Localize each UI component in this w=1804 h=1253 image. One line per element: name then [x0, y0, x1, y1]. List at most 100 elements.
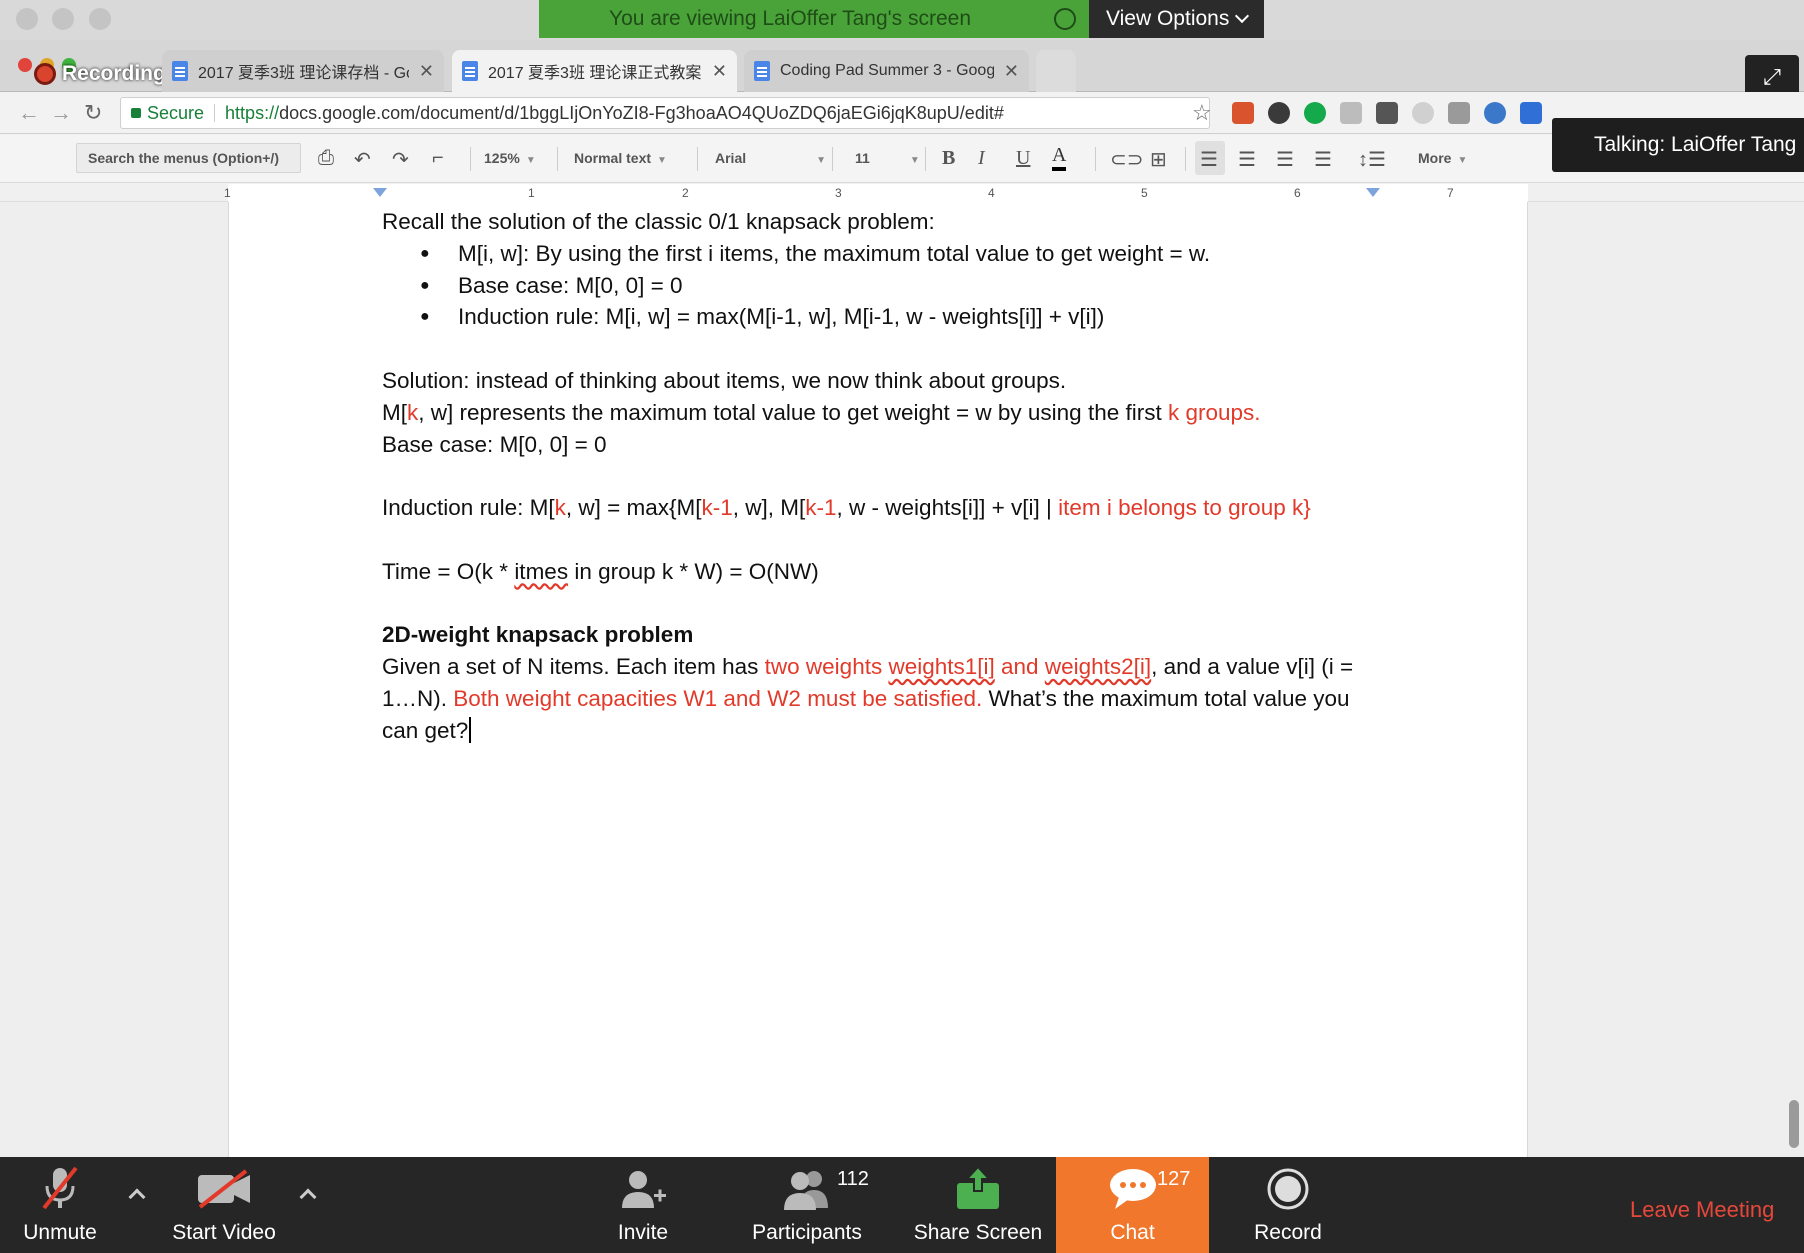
tab-close-icon[interactable]: ✕ — [419, 61, 434, 82]
doc-m-definition: M[k, w] represents the maximum total val… — [382, 397, 1382, 429]
add-comment-icon[interactable]: ⊞ — [1150, 147, 1167, 172]
forward-arrow-icon[interactable]: → — [50, 100, 72, 126]
unmute-button[interactable]: Unmute — [14, 1157, 106, 1253]
extension-icon[interactable] — [1484, 102, 1506, 124]
share-screen-button[interactable]: Share Screen — [910, 1157, 1046, 1253]
screen-root: { "share_banner": { "text": "You are vie… — [0, 0, 1804, 1253]
extension-icon[interactable] — [1232, 102, 1254, 124]
reload-icon[interactable]: ↻ — [84, 100, 102, 126]
text-run: Given a set of N items. Each item has — [382, 654, 765, 680]
extension-icon[interactable] — [1448, 102, 1470, 124]
tab-1[interactable]: 2017 夏季3班 理论课存档 - Go ✕ — [162, 50, 444, 92]
record-label: Record — [1254, 1221, 1322, 1244]
chat-bubble-icon — [1103, 1165, 1163, 1213]
bold-button[interactable]: B — [942, 147, 955, 170]
scrollbar-thumb[interactable] — [1789, 1100, 1799, 1148]
tab-close-icon[interactable]: ✕ — [712, 61, 727, 82]
rocket-icon[interactable] — [1376, 102, 1398, 124]
misspelled-run[interactable]: itmes — [514, 559, 568, 584]
left-indent-marker[interactable] — [373, 188, 387, 197]
font-size-select[interactable]: 11 ▼ — [855, 150, 920, 166]
line-spacing-icon[interactable]: ↕☰ — [1358, 147, 1386, 172]
divider — [1185, 147, 1186, 171]
highlight-run: two weights — [764, 654, 889, 680]
align-center-icon[interactable]: ☰ — [1238, 147, 1256, 172]
record-button[interactable]: Record — [1240, 1157, 1336, 1253]
recording-indicator: Recording — [34, 62, 166, 86]
view-options-label: View Options — [1106, 7, 1230, 30]
video-options-chevron-icon[interactable] — [299, 1188, 317, 1206]
text-color-button[interactable]: A — [1052, 143, 1067, 171]
divider — [214, 104, 216, 122]
participants-count-badge: 112 — [837, 1168, 869, 1190]
highlight-run: } — [1303, 495, 1311, 521]
tab-2[interactable]: 2017 夏季3班 理论课正式教案 ✕ — [452, 50, 737, 92]
extension-icon[interactable] — [1268, 102, 1290, 124]
lock-icon — [131, 108, 141, 118]
invite-button[interactable]: Invite — [598, 1157, 688, 1253]
style-select[interactable]: Normal text ▼ — [574, 150, 667, 166]
window-zoom-icon[interactable] — [89, 8, 111, 30]
cloud-icon[interactable] — [1412, 102, 1434, 124]
new-tab-button[interactable] — [1036, 50, 1076, 92]
extension-icon[interactable] — [1340, 102, 1362, 124]
window-minimize-icon[interactable] — [52, 8, 74, 30]
print-icon[interactable]: ⎙ — [318, 147, 334, 170]
leave-meeting-button[interactable]: Leave Meeting — [1630, 1197, 1774, 1223]
document-canvas: Recall the solution of the classic 0/1 k… — [0, 202, 1804, 1157]
underline-button[interactable]: U — [1016, 147, 1030, 170]
window-close-icon[interactable] — [16, 8, 38, 30]
add-person-icon — [613, 1165, 673, 1213]
status-ring-icon — [1054, 8, 1076, 30]
doc-intro: Recall the solution of the classic 0/1 k… — [382, 209, 935, 234]
justify-icon[interactable]: ☰ — [1314, 147, 1332, 172]
grammarly-icon[interactable] — [1304, 102, 1326, 124]
highlight-run[interactable]: weights1[i] — [888, 654, 994, 679]
redo-icon[interactable]: ↷ — [392, 147, 409, 172]
bullet-list: M[i, w]: By using the first i items, the… — [382, 238, 1382, 333]
highlight-run: k-1 — [701, 495, 733, 521]
document-body[interactable]: Recall the solution of the classic 0/1 k… — [382, 206, 1382, 747]
extension-icon[interactable] — [1520, 102, 1542, 124]
zoom-top-chrome: You are viewing LaiOffer Tang's screen V… — [0, 0, 1804, 40]
view-options-button[interactable]: View Options — [1089, 0, 1264, 38]
italic-button[interactable]: I — [978, 147, 985, 170]
unmute-label: Unmute — [23, 1221, 97, 1244]
tab-close-icon[interactable]: ✕ — [1004, 61, 1019, 82]
divider — [832, 147, 833, 171]
more-button[interactable]: More ▼ — [1418, 150, 1467, 166]
align-right-icon[interactable]: ☰ — [1276, 147, 1294, 172]
tab-3[interactable]: Coding Pad Summer 3 - Goog ✕ — [744, 50, 1029, 92]
text-run: , w - weights[i]] + v[i] | — [836, 495, 1059, 521]
menu-search-input[interactable]: Search the menus (Option+/) — [76, 143, 301, 173]
bookmark-star-icon[interactable]: ☆ — [1192, 100, 1212, 126]
start-video-button[interactable]: Start Video — [164, 1157, 284, 1253]
document-page[interactable]: Recall the solution of the classic 0/1 k… — [228, 202, 1528, 1157]
doc-base-case: Base case: M[0, 0] = 0 — [382, 431, 607, 457]
text-run: M[ — [382, 399, 407, 425]
ruler-page-area — [228, 184, 1528, 202]
text-run: in group k * W) = O(NW) — [568, 558, 819, 584]
paint-format-icon[interactable]: ⌐ — [432, 147, 444, 170]
zoom-control-bar: Unmute Start Video Invite Participants 1… — [0, 1157, 1804, 1253]
address-bar: ← → ↻ Secure https:// docs.google.com/do… — [0, 92, 1804, 134]
undo-icon[interactable]: ↶ — [354, 147, 371, 172]
url-input[interactable]: Secure https:// docs.google.com/document… — [120, 97, 1210, 129]
secure-indicator[interactable]: Secure — [131, 103, 204, 124]
font-value: Arial — [715, 150, 747, 166]
right-indent-marker[interactable] — [1366, 188, 1380, 197]
highlight-run[interactable]: weights2[i] — [1045, 654, 1151, 679]
align-left-icon[interactable]: ☰ — [1200, 147, 1218, 172]
share-banner: You are viewing LaiOffer Tang's screen — [539, 0, 1089, 38]
font-select[interactable]: Arial ▼ — [715, 150, 826, 166]
back-arrow-icon[interactable]: ← — [18, 100, 40, 126]
audio-options-chevron-icon[interactable] — [128, 1188, 146, 1206]
link-icon[interactable]: ⊂⊃ — [1110, 147, 1144, 172]
record-icon — [1258, 1165, 1318, 1213]
browser-close-icon[interactable] — [18, 58, 32, 72]
zoom-select[interactable]: 125% ▼ — [484, 150, 536, 166]
share-screen-icon — [948, 1165, 1008, 1213]
